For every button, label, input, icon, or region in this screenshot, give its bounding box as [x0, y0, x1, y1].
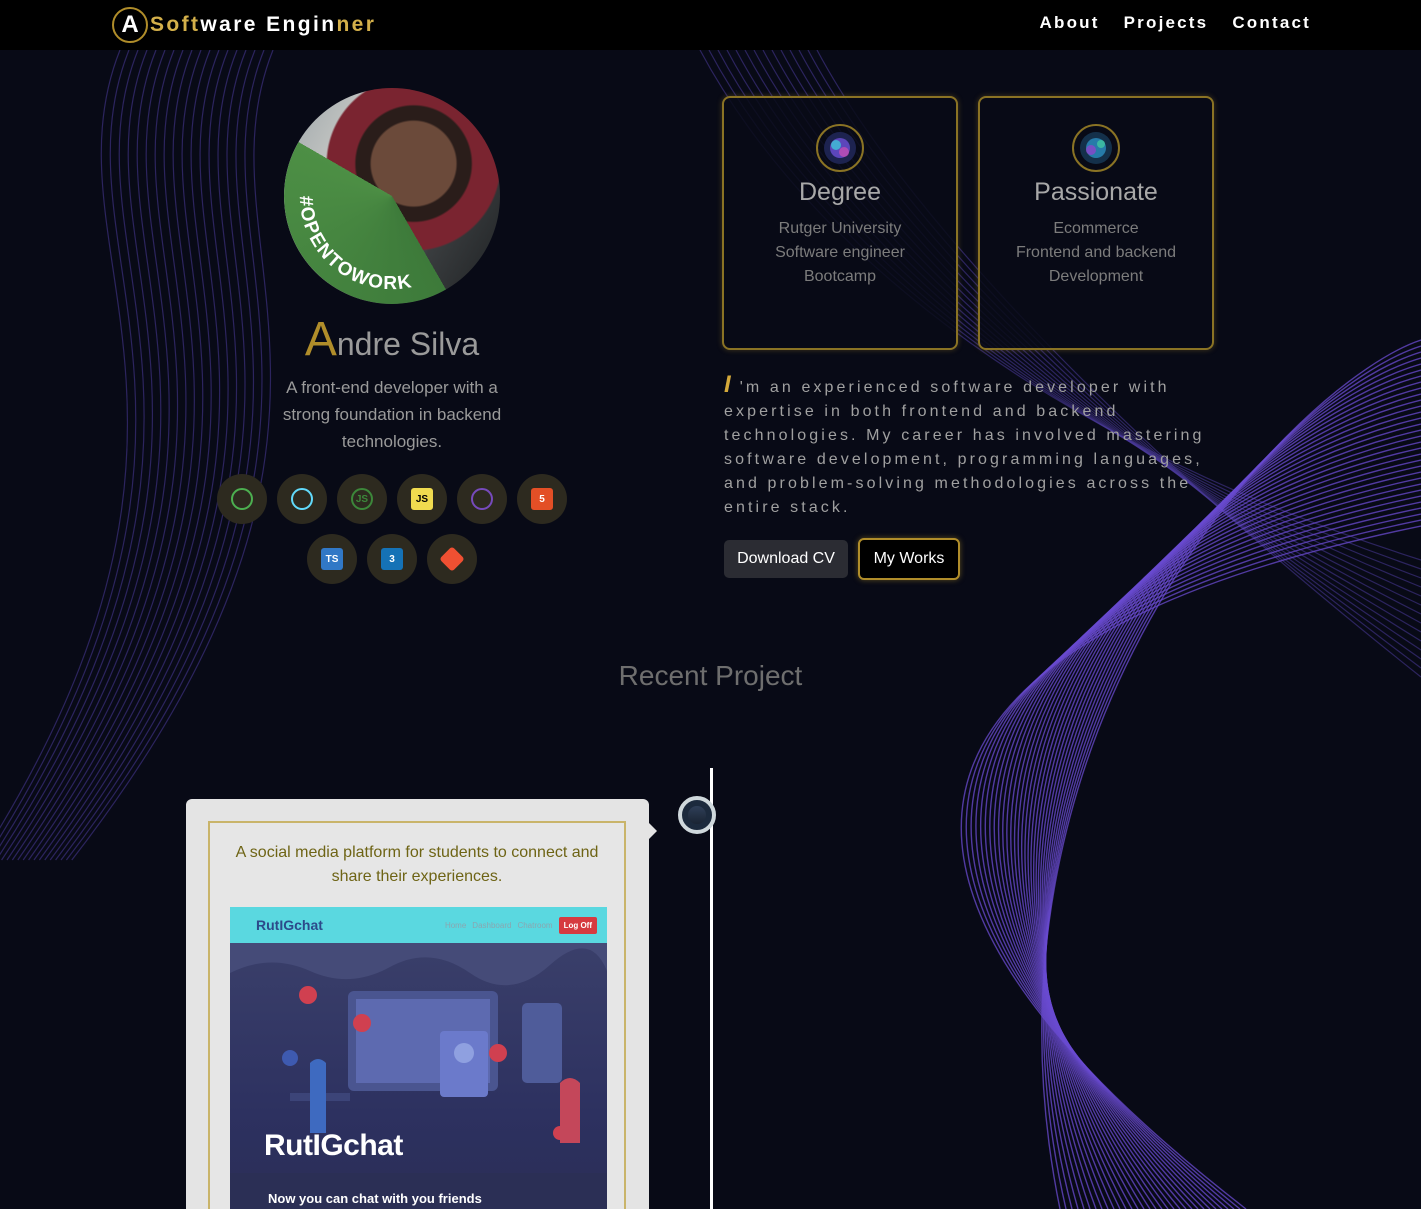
- wave-line: [0, 49, 145, 847]
- passionate-line: Development: [1048, 268, 1144, 285]
- wave-line: [0, 49, 128, 829]
- git-icon-glyph: [439, 546, 465, 572]
- passionate-card-title: Passionate: [1034, 178, 1158, 206]
- my-works-button[interactable]: My Works: [858, 538, 960, 580]
- profile-name-initial: A: [304, 313, 337, 366]
- skills-list: JS JS 5 TS 3: [212, 474, 572, 584]
- svg-text:#OPENTOWORK: #OPENTOWORK: [295, 195, 415, 294]
- project-card-inner: A social media platform for students to …: [208, 821, 626, 1209]
- typescript-icon: TS: [307, 534, 357, 584]
- profile-tagline: A front-end developer with a strong foun…: [282, 378, 502, 451]
- css3-icon: 3: [367, 534, 417, 584]
- about-body: 'm an experienced software developer wit…: [724, 379, 1205, 516]
- nav-link-contact[interactable]: Contact: [1232, 13, 1311, 33]
- html5-icon-glyph: 5: [531, 488, 553, 510]
- css3-icon-glyph: 3: [381, 548, 403, 570]
- timeline-marker[interactable]: [678, 796, 716, 834]
- logo-text-part-3: ner: [336, 13, 377, 36]
- mongodb-icon: [217, 474, 267, 524]
- opentowork-text: #OPENTOWORK: [295, 195, 413, 294]
- site-logo[interactable]: A Software Enginner: [112, 6, 376, 44]
- passionate-card: Passionate Ecommerce Frontend and backen…: [978, 96, 1214, 350]
- screenshot-hero-title: RutIGchat: [264, 1129, 403, 1162]
- degree-line: Bootcamp: [803, 268, 877, 285]
- wave-line: [65, 49, 265, 861]
- download-cv-button[interactable]: Download CV: [724, 540, 848, 578]
- screenshot-links: Home Dashboard Chatroom Log Off: [444, 916, 597, 934]
- wave-line: [6, 49, 170, 861]
- timeline-marker-thumb: [688, 806, 706, 824]
- profile-name-rest: ndre Silva: [336, 326, 480, 362]
- javascript-icon: JS: [397, 474, 447, 524]
- degree-card: Degree Rutger University Software engine…: [722, 96, 958, 350]
- nav-links: About Projects Contact: [1040, 13, 1311, 33]
- degree-card-title: Degree: [799, 178, 881, 206]
- typescript-icon-glyph: TS: [321, 548, 343, 570]
- javascript-icon-glyph: JS: [411, 488, 433, 510]
- passionate-line: Ecommerce: [1053, 220, 1139, 237]
- passionate-card-body: Ecommerce Frontend and backend Developme…: [980, 217, 1212, 289]
- logo-a-icon: A: [112, 7, 148, 43]
- logo-text: Software Enginner: [150, 13, 376, 37]
- screenshot-hero: RutIGchat Now you can chat with you frie…: [230, 943, 607, 1209]
- redux-icon: [457, 474, 507, 524]
- screenshot-link: Dashboard: [472, 920, 512, 930]
- degree-line: Software engineer: [775, 244, 905, 261]
- screenshot-link: Chatroom: [517, 920, 553, 930]
- recent-project-heading: Recent Project: [618, 660, 803, 691]
- wave-line: [11, 49, 179, 861]
- about-text: I'm an experienced software developer wi…: [724, 373, 1224, 520]
- passionate-line: Frontend and backend: [1015, 244, 1177, 261]
- project-card[interactable]: A social media platform for students to …: [186, 799, 657, 1209]
- wave-line: [965, 519, 1421, 1209]
- redux-icon-glyph: [471, 488, 493, 510]
- wave-line: [60, 49, 256, 861]
- profile-avatar: #OPENTOWORK: [284, 88, 500, 304]
- nav-link-projects[interactable]: Projects: [1124, 13, 1209, 33]
- nodejs-icon-glyph: JS: [351, 488, 373, 510]
- passionate-orb-icon: [1072, 124, 1120, 172]
- logo-text-part-2: ware Engin: [200, 13, 337, 36]
- screenshot-illustration: [230, 943, 607, 1209]
- wave-line: [38, 49, 221, 861]
- profile-name: Andre Silva: [0, 312, 784, 367]
- react-icon: [277, 474, 327, 524]
- react-icon-glyph: [291, 488, 313, 510]
- project-description: A social media platform for students to …: [235, 844, 599, 885]
- top-navbar: A Software Enginner About Projects Conta…: [0, 0, 1421, 50]
- nav-link-about[interactable]: About: [1040, 13, 1100, 33]
- screenshot-brand: RutIGchat: [256, 917, 323, 933]
- wave-line: [960, 525, 1421, 1209]
- mongodb-icon-glyph: [231, 488, 253, 510]
- wave-line: [1021, 441, 1421, 1209]
- degree-orb-icon: [816, 124, 864, 172]
- screenshot-link: Home: [444, 920, 467, 930]
- degree-card-body: Rutger University Software engineer Boot…: [724, 217, 956, 289]
- wave-line: [0, 49, 154, 856]
- timeline-line: [710, 768, 713, 1209]
- degree-line: Rutger University: [778, 220, 902, 237]
- opentowork-badge: #OPENTOWORK: [295, 195, 415, 294]
- screenshot-hero-subtitle: Now you can chat with you friends: [268, 1191, 482, 1206]
- html5-icon: 5: [517, 474, 567, 524]
- project-screenshot[interactable]: RutIGchat Home Dashboard Chatroom Log Of…: [230, 907, 607, 1209]
- logo-text-part-1: Soft: [150, 13, 201, 36]
- git-icon: [427, 534, 477, 584]
- wave-line: [975, 507, 1421, 1209]
- screenshot-logoff-button: Log Off: [558, 916, 597, 934]
- about-initial: I: [724, 371, 734, 398]
- wave-line: [1030, 423, 1421, 1209]
- screenshot-navbar: RutIGchat Home Dashboard Chatroom Log Of…: [230, 907, 607, 943]
- nodejs-icon: JS: [337, 474, 387, 524]
